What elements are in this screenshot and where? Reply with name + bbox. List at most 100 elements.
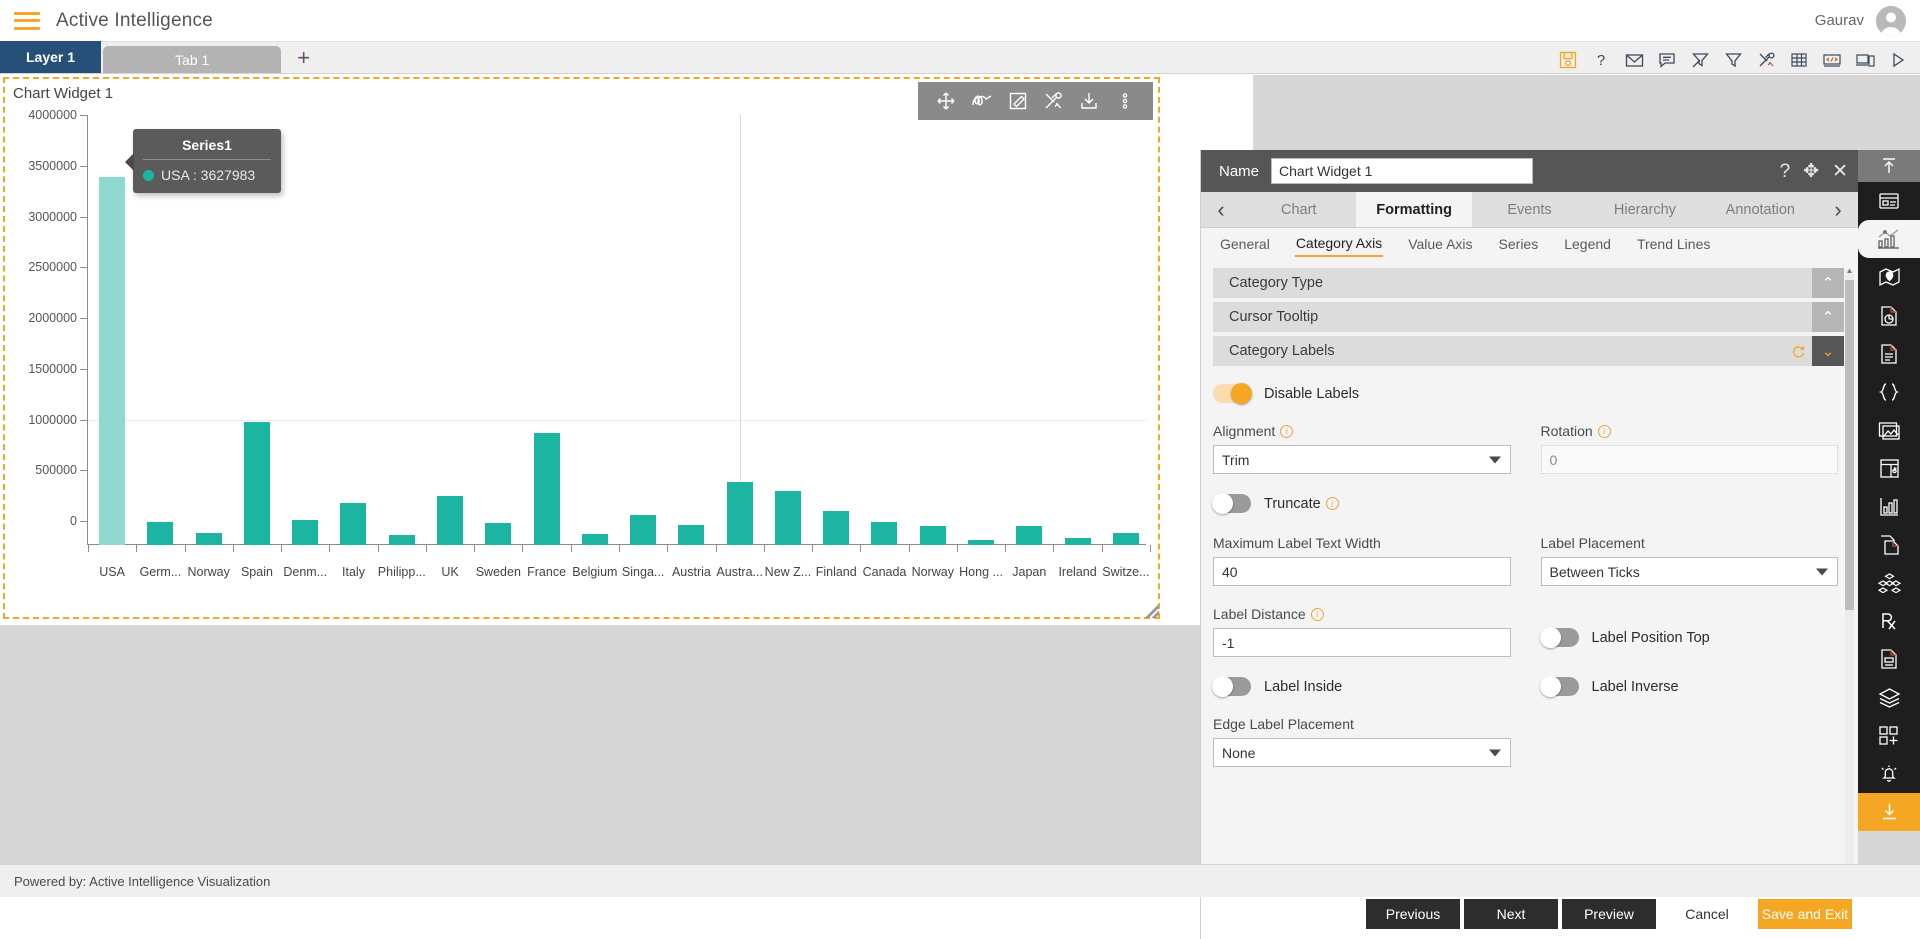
label-distance-input[interactable] bbox=[1213, 628, 1511, 657]
bar-stats-icon[interactable] bbox=[1858, 487, 1920, 525]
tab-annotation[interactable]: Annotation bbox=[1703, 192, 1818, 227]
accordion-category-type[interactable]: Category Type ⌃ bbox=[1213, 268, 1844, 298]
chart-widget[interactable]: Chart Widget 1 bbox=[3, 77, 1160, 619]
help-icon[interactable]: ? bbox=[1780, 162, 1791, 181]
help-icon[interactable]: ? bbox=[1591, 50, 1611, 70]
map-icon[interactable] bbox=[1858, 258, 1920, 296]
add-tab-button[interactable]: + bbox=[297, 47, 310, 73]
max-label-width-input[interactable] bbox=[1213, 557, 1511, 586]
tabs-next-arrow[interactable]: › bbox=[1818, 192, 1858, 227]
tab-formatting[interactable]: Formatting bbox=[1356, 192, 1471, 227]
tabs-prev-arrow[interactable]: ‹ bbox=[1201, 192, 1241, 227]
document-icon[interactable] bbox=[1858, 335, 1920, 373]
mail-icon[interactable] bbox=[1624, 50, 1644, 70]
rotation-input[interactable] bbox=[1541, 445, 1839, 474]
chart-icon[interactable] bbox=[1858, 220, 1920, 258]
alert-bell-icon[interactable] bbox=[1858, 755, 1920, 793]
bar[interactable] bbox=[582, 534, 608, 545]
code-icon[interactable] bbox=[1822, 50, 1842, 70]
avatar[interactable] bbox=[1876, 6, 1906, 36]
info-icon[interactable]: i bbox=[1326, 497, 1339, 510]
bar[interactable] bbox=[630, 515, 656, 545]
report-pie-icon[interactable] bbox=[1858, 297, 1920, 335]
bar[interactable] bbox=[871, 522, 897, 545]
subtab-category-axis[interactable]: Category Axis bbox=[1295, 233, 1383, 257]
download-icon[interactable] bbox=[1858, 793, 1920, 831]
preview-button[interactable]: Preview bbox=[1562, 899, 1656, 929]
close-icon[interactable]: ✕ bbox=[1832, 162, 1848, 181]
subtab-value-axis[interactable]: Value Axis bbox=[1407, 234, 1473, 256]
widget-name-input[interactable] bbox=[1271, 158, 1533, 184]
hamburger-icon[interactable] bbox=[14, 12, 40, 30]
copy-page-icon[interactable] bbox=[1858, 526, 1920, 564]
resize-handle[interactable] bbox=[1146, 605, 1159, 618]
collapse-up-icon[interactable] bbox=[1858, 150, 1920, 182]
subtab-series[interactable]: Series bbox=[1498, 234, 1540, 256]
bar[interactable] bbox=[437, 496, 463, 545]
bar[interactable] bbox=[340, 503, 366, 545]
bar[interactable] bbox=[196, 533, 222, 545]
image-icon[interactable] bbox=[1858, 411, 1920, 449]
accordion-cursor-tooltip[interactable]: Cursor Tooltip ⌃ bbox=[1213, 302, 1844, 332]
tools-icon[interactable] bbox=[1756, 50, 1776, 70]
devices-icon[interactable] bbox=[1855, 50, 1875, 70]
tab-layer-1[interactable]: Layer 1 bbox=[0, 41, 101, 73]
accordion-category-labels[interactable]: Category Labels ⌄ bbox=[1213, 336, 1844, 366]
comment-icon[interactable] bbox=[1657, 50, 1677, 70]
subtab-trend-lines[interactable]: Trend Lines bbox=[1636, 234, 1711, 256]
tab-tab-1[interactable]: Tab 1 bbox=[103, 46, 281, 73]
subtab-general[interactable]: General bbox=[1219, 234, 1271, 256]
bar[interactable] bbox=[1065, 538, 1091, 545]
tab-chart[interactable]: Chart bbox=[1241, 192, 1356, 227]
chevron-up-icon[interactable]: ⌃ bbox=[1812, 268, 1844, 298]
info-icon[interactable]: i bbox=[1280, 425, 1293, 438]
label-inverse-toggle[interactable] bbox=[1541, 677, 1579, 696]
label-position-top-toggle[interactable] bbox=[1541, 628, 1579, 647]
chevron-up-icon[interactable]: ⌃ bbox=[1812, 302, 1844, 332]
layout-icon[interactable] bbox=[1858, 449, 1920, 487]
save-icon[interactable] bbox=[1558, 50, 1578, 70]
move-icon[interactable]: ✥ bbox=[1803, 162, 1819, 181]
chevron-down-icon[interactable]: ⌄ bbox=[1812, 336, 1844, 366]
play-icon[interactable] bbox=[1888, 50, 1908, 70]
bar[interactable] bbox=[1016, 526, 1042, 545]
alignment-select[interactable] bbox=[1213, 445, 1511, 474]
info-icon[interactable]: i bbox=[1598, 425, 1611, 438]
tab-events[interactable]: Events bbox=[1472, 192, 1587, 227]
truncate-toggle[interactable] bbox=[1213, 494, 1251, 513]
clear-filter-icon[interactable] bbox=[1690, 50, 1710, 70]
prescription-icon[interactable] bbox=[1858, 602, 1920, 640]
bar[interactable] bbox=[292, 520, 318, 545]
bar[interactable] bbox=[823, 511, 849, 545]
disable-labels-toggle[interactable] bbox=[1213, 384, 1251, 403]
bar[interactable] bbox=[968, 540, 994, 545]
save-and-exit-button[interactable]: Save and Exit bbox=[1758, 899, 1852, 929]
label-placement-select[interactable] bbox=[1541, 557, 1839, 586]
bar[interactable] bbox=[147, 522, 173, 545]
bar[interactable] bbox=[775, 491, 801, 545]
bar[interactable] bbox=[727, 482, 753, 545]
bar[interactable] bbox=[534, 433, 560, 545]
bar[interactable] bbox=[389, 535, 415, 545]
edge-label-placement-select[interactable] bbox=[1213, 738, 1511, 767]
scroll-up-arrow[interactable]: ▲ bbox=[1845, 266, 1854, 275]
scrollbar-thumb[interactable] bbox=[1845, 280, 1854, 610]
form-document-icon[interactable] bbox=[1858, 640, 1920, 678]
next-button[interactable]: Next bbox=[1464, 899, 1558, 929]
table-icon[interactable] bbox=[1789, 50, 1809, 70]
panel-scrollbar[interactable]: ▲ ▼ bbox=[1845, 270, 1854, 879]
label-inside-toggle[interactable] bbox=[1213, 677, 1251, 696]
bar[interactable] bbox=[1113, 533, 1139, 545]
info-icon[interactable]: i bbox=[1311, 608, 1324, 621]
braces-icon[interactable] bbox=[1858, 373, 1920, 411]
add-widget-icon[interactable] bbox=[1858, 716, 1920, 754]
cancel-button[interactable]: Cancel bbox=[1660, 899, 1754, 929]
bar[interactable] bbox=[99, 177, 125, 545]
layers-icon[interactable] bbox=[1858, 678, 1920, 716]
filter-icon[interactable] bbox=[1723, 50, 1743, 70]
subtab-legend[interactable]: Legend bbox=[1563, 234, 1612, 256]
tab-hierarchy[interactable]: Hierarchy bbox=[1587, 192, 1702, 227]
bar[interactable] bbox=[485, 523, 511, 545]
chart-canvas[interactable]: 0500000100000015000002000000250000030000… bbox=[5, 107, 1158, 617]
bar[interactable] bbox=[678, 525, 704, 545]
